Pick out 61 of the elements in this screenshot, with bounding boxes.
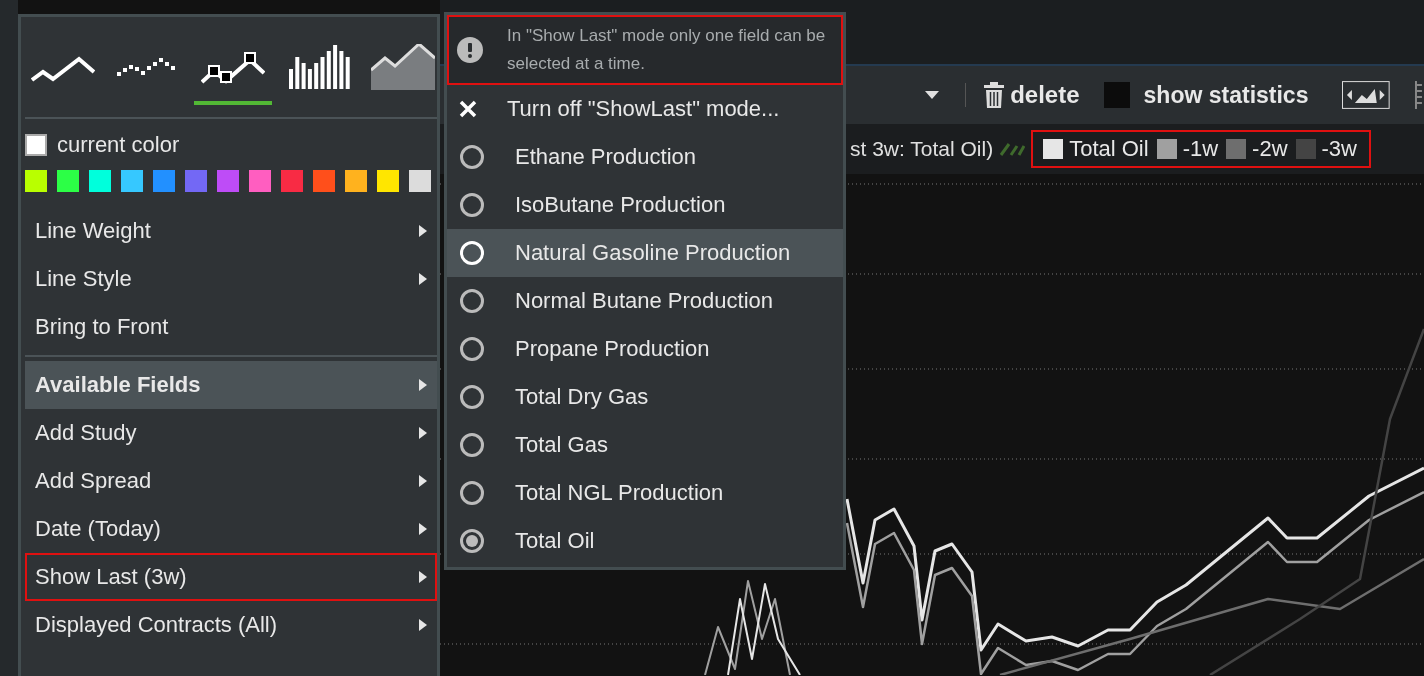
- field-radio-item[interactable]: Total Dry Gas: [447, 373, 843, 421]
- chart-fit-icon[interactable]: [1342, 81, 1391, 109]
- submenu-arrow-icon: [419, 427, 427, 439]
- color-swatch[interactable]: [89, 170, 111, 192]
- current-color-swatch[interactable]: [25, 134, 47, 156]
- field-radio-item[interactable]: Normal Butane Production: [447, 277, 843, 325]
- submenu-arrow-icon: [419, 379, 427, 391]
- color-swatch[interactable]: [281, 170, 303, 192]
- legend-label: Total Oil: [1069, 136, 1149, 162]
- field-radio-item[interactable]: Natural Gasoline Production: [447, 229, 843, 277]
- submenu-arrow-icon: [419, 273, 427, 285]
- legend-label: -1w: [1182, 136, 1219, 162]
- legend-label: -3w: [1321, 136, 1357, 162]
- field-radio-item[interactable]: Total NGL Production: [447, 469, 843, 517]
- bar-chart-icon: [288, 45, 353, 89]
- chart-title: st 3w: Total Oil): [850, 137, 994, 161]
- menu-item[interactable]: Show Last (3w): [25, 553, 437, 601]
- menu-item[interactable]: Displayed Contracts (All): [25, 601, 437, 649]
- color-swatch[interactable]: [185, 170, 207, 192]
- delete-button[interactable]: delete: [984, 81, 1080, 109]
- caret-icon: [925, 91, 940, 99]
- close-icon: [459, 100, 477, 118]
- field-radio-item[interactable]: Ethane Production: [447, 133, 843, 181]
- trash-icon: [984, 82, 1005, 108]
- menu-item[interactable]: Add Spread: [25, 457, 437, 505]
- menu-item[interactable]: Available Fields: [25, 361, 437, 409]
- color-swatch[interactable]: [249, 170, 271, 192]
- exclamation-icon: [457, 37, 483, 63]
- color-swatch[interactable]: [313, 170, 335, 192]
- submenu-arrow-icon: [419, 523, 427, 535]
- area-chart-icon: [371, 44, 436, 90]
- menu-item[interactable]: Bring to Front: [25, 303, 437, 351]
- menu-item[interactable]: Date (Today): [25, 505, 437, 553]
- submenu-arrow-icon: [419, 225, 427, 237]
- color-swatch[interactable]: [25, 170, 47, 192]
- submenu-arrow-icon: [419, 475, 427, 487]
- current-color-label: current color: [57, 132, 180, 158]
- color-swatch[interactable]: [121, 170, 143, 192]
- dotted-line-icon: [116, 58, 175, 76]
- field-radio-item[interactable]: Total Gas: [447, 421, 843, 469]
- color-swatch[interactable]: [409, 170, 431, 192]
- notice-text: In "Show Last" mode only one field can be selected at a time.: [507, 25, 827, 75]
- submenu-arrow-icon: [419, 619, 427, 631]
- field-radio-item[interactable]: Propane Production: [447, 325, 843, 373]
- menu-item[interactable]: Add Study: [25, 409, 437, 457]
- statistics-checkbox[interactable]: [1103, 82, 1130, 108]
- statistics-label: show statistics: [1143, 81, 1309, 109]
- pencil-icon[interactable]: [999, 142, 1026, 156]
- menu-item[interactable]: Line Weight: [25, 207, 437, 255]
- field-radio-item[interactable]: Total Oil: [447, 517, 843, 565]
- ruler-icon[interactable]: [1414, 81, 1424, 109]
- menu-item[interactable]: Line Style: [25, 255, 437, 303]
- color-swatch[interactable]: [217, 170, 239, 192]
- field-radio-item[interactable]: IsoButane Production: [447, 181, 843, 229]
- menu-item[interactable]: Turn off "ShowLast" mode...: [447, 85, 843, 133]
- color-swatch[interactable]: [377, 170, 399, 192]
- color-swatch[interactable]: [153, 170, 175, 192]
- color-swatch[interactable]: [345, 170, 367, 192]
- legend-label: -2w: [1252, 136, 1288, 162]
- color-swatch[interactable]: [57, 170, 79, 192]
- submenu-arrow-icon: [419, 571, 427, 583]
